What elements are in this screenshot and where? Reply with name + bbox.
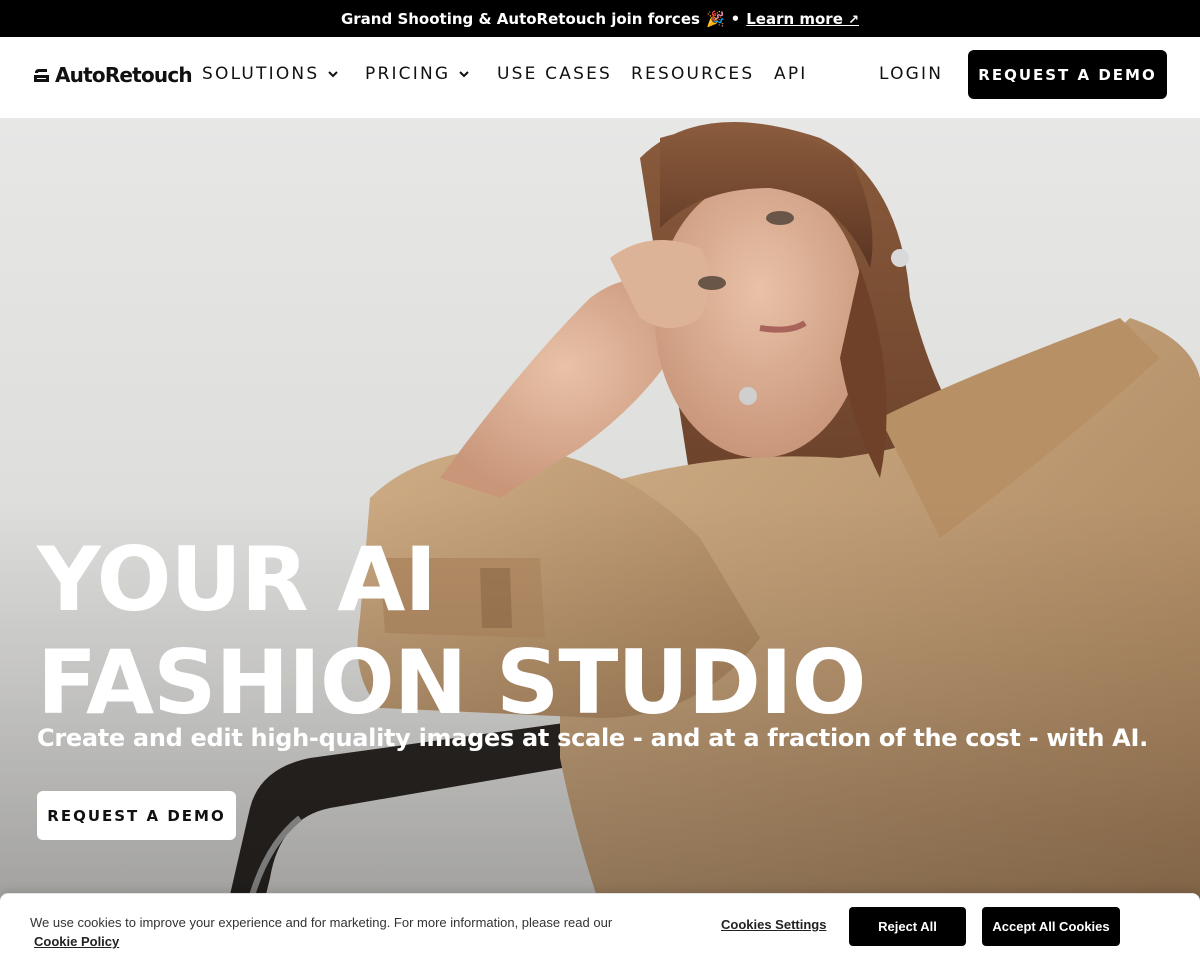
- cookie-banner: We use cookies to improve your experienc…: [0, 893, 1200, 960]
- hero-section: YOUR AI FASHION STUDIO Create and edit h…: [0, 118, 1200, 960]
- nav-item-resources[interactable]: RESOURCES: [631, 64, 754, 84]
- party-popper-icon: 🎉: [705, 9, 725, 28]
- main-navbar: AutoRetouch SOLUTIONS PRICING USE CASES …: [0, 37, 1200, 118]
- external-arrow-icon: ↗: [848, 12, 860, 28]
- nav-item-label: USE CASES: [497, 64, 613, 84]
- nav-item-pricing[interactable]: PRICING: [365, 64, 470, 84]
- login-label: LOGIN: [879, 64, 944, 84]
- hero-request-demo-label: REQUEST A DEMO: [47, 806, 226, 825]
- learn-more-link[interactable]: Learn more ↗: [746, 10, 859, 28]
- cookie-message: We use cookies to improve your experienc…: [30, 913, 670, 951]
- announcement-bar: Grand Shooting & AutoRetouch join forces…: [0, 0, 1200, 37]
- reject-all-button[interactable]: Reject All: [849, 907, 966, 946]
- nav-item-api[interactable]: API: [774, 64, 808, 84]
- hero-headline: YOUR AI FASHION STUDIO: [37, 528, 866, 734]
- logo-link[interactable]: AutoRetouch: [33, 63, 193, 87]
- learn-more-label: Learn more: [746, 9, 843, 28]
- cookie-message-text: We use cookies to improve your experienc…: [30, 915, 613, 930]
- nav-item-label: SOLUTIONS: [202, 64, 320, 84]
- nav-item-label: PRICING: [365, 64, 451, 84]
- nav-item-solutions[interactable]: SOLUTIONS: [202, 64, 339, 84]
- nav-item-label: RESOURCES: [631, 64, 755, 84]
- chevron-down-icon: [459, 71, 469, 78]
- chevron-down-icon: [328, 71, 339, 78]
- announcement-separator: •: [730, 9, 741, 28]
- headline-line-1: YOUR AI: [37, 528, 437, 631]
- accept-all-label: Accept All Cookies: [992, 919, 1110, 934]
- nav-item-label: API: [774, 64, 808, 84]
- accept-all-cookies-button[interactable]: Accept All Cookies: [982, 907, 1120, 946]
- hero-request-demo-button[interactable]: REQUEST A DEMO: [37, 791, 236, 840]
- hero-subline: Create and edit high-quality images at s…: [37, 724, 1148, 752]
- login-link[interactable]: LOGIN: [879, 64, 943, 84]
- reject-all-label: Reject All: [878, 919, 937, 934]
- cookie-policy-link[interactable]: Cookie Policy: [34, 932, 119, 951]
- request-demo-button[interactable]: REQUEST A DEMO: [968, 50, 1167, 99]
- headline-line-2: FASHION STUDIO: [37, 631, 866, 734]
- nav-item-use-cases[interactable]: USE CASES: [497, 64, 612, 84]
- logo-text: AutoRetouch: [55, 63, 193, 87]
- cookies-settings-link[interactable]: Cookies Settings: [721, 917, 826, 932]
- announcement-text: Grand Shooting & AutoRetouch join forces: [340, 9, 700, 28]
- autoretouch-logo-icon: [34, 68, 49, 82]
- request-demo-label: REQUEST A DEMO: [978, 65, 1157, 84]
